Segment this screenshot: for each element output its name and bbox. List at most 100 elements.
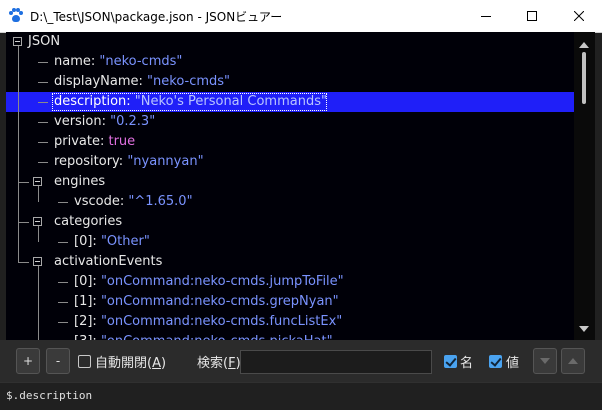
json-path: $.description [6,389,93,402]
status-bar: $.description [0,382,602,410]
node-key: [2] [74,314,93,329]
node-value: "Other" [100,234,150,249]
node-value: "nyannyan" [127,154,204,169]
tree-node[interactable]: [0]: "Other" [6,232,574,252]
node-key: name [54,54,91,69]
node-separator: : [101,114,111,129]
scroll-thumb[interactable] [582,52,586,104]
node-key: [1] [74,294,93,309]
value-checkbox[interactable] [489,355,502,368]
search-prev-button[interactable] [561,348,585,374]
search-toolbar: + - 自動開閉(A) 検索(F) 名 値 [0,340,602,382]
node-separator: : [92,314,101,329]
tree-connector [38,62,48,63]
tree-connector [58,322,68,323]
tree-connector [38,122,48,123]
maximize-button[interactable] [509,0,555,32]
tree-node[interactable]: repository: "nyannyan" [6,152,574,172]
node-separator: : [92,274,101,289]
node-separator: : [92,234,101,249]
scroll-down-icon[interactable] [579,326,589,332]
auto-open-label[interactable]: 自動開閉(A) [95,352,166,371]
tree-connector [58,242,68,243]
auto-open-checkbox[interactable] [78,355,91,368]
tree-connector [38,226,39,242]
collapse-toggle-icon[interactable] [13,37,22,46]
tree-node[interactable]: vscode: "^1.65.0" [6,192,574,212]
title-bar: D:\_Test\JSON\package.json - JSONビュアー [0,0,602,33]
close-icon [574,11,584,21]
node-key: repository [54,154,119,169]
arrow-down-icon [540,358,550,364]
tree-node[interactable]: [1]: "onCommand:neko-cmds.grepNyan" [6,292,574,312]
collapse-toggle-icon[interactable] [33,257,42,266]
tree-node[interactable]: [0]: "onCommand:neko-cmds.jumpToFile" [6,272,574,292]
node-key: description [54,94,127,109]
tree-connector [58,302,68,303]
paw-icon [8,8,24,24]
tree-node[interactable]: JSON [6,32,574,52]
tree-connector [38,162,48,163]
maximize-icon [527,11,537,21]
node-key: private [54,134,100,149]
node-key: engines [54,174,106,189]
tree-node[interactable]: displayName: "neko-cmds" [6,72,574,92]
node-key: vscode [74,194,120,209]
node-value: "0.2.3" [110,114,156,129]
tree-node[interactable]: categories [6,212,574,232]
tree-node[interactable]: private: true [6,132,574,152]
tree-connector [18,182,29,183]
search-next-button[interactable] [533,348,557,374]
node-value: "neko-cmds" [99,54,183,69]
collapse-toggle-icon[interactable] [33,177,42,186]
json-tree-view[interactable]: JSON name: "neko-cmds" displayName: "neko-… [6,32,574,340]
close-button[interactable] [556,0,602,32]
node-value: "neko-cmds" [147,74,231,89]
node-key: version [54,114,102,129]
tree-node[interactable]: description: "Neko's Personal Commands" [6,92,574,112]
tree-node[interactable]: name: "neko-cmds" [6,52,574,72]
arrow-up-icon [568,358,578,364]
node-key: [0] [74,234,93,249]
tree-node[interactable]: activationEvents [6,252,574,272]
value-checkbox-label[interactable]: 値 [506,352,519,371]
expand-label: + [22,354,34,368]
search-label: 検索(F) [197,356,241,371]
tree-node[interactable]: [3]: "onCommand:neko-cmds.pickaHat" [6,332,574,340]
tree-connector [38,186,39,202]
window-title: D:\_Test\JSON\package.json - JSONビュアー [30,9,283,24]
tree-connector [18,262,29,263]
tree-scrollbar[interactable] [574,32,595,340]
node-separator: : [138,74,148,89]
tree-node[interactable]: [2]: "onCommand:neko-cmds.funcListEx" [6,312,574,332]
tree-connector [58,282,68,283]
collapse-toggle-icon[interactable] [33,217,42,226]
tree-node[interactable]: engines [6,172,574,192]
name-checkbox[interactable] [444,355,457,368]
node-key: displayName [54,74,139,89]
node-value: "onCommand:neko-cmds.grepNyan" [100,294,339,309]
tree-connector [38,102,48,103]
scroll-up-icon[interactable] [579,42,589,48]
expand-all-button[interactable]: + [16,348,40,374]
node-value: "Neko's Personal Commands" [134,94,327,109]
node-key: activationEvents [54,254,163,269]
name-checkbox-label[interactable]: 名 [460,352,473,371]
node-key: [0] [74,274,93,289]
minimize-button[interactable] [463,0,509,32]
tree-connector [18,46,19,262]
node-separator: : [92,294,101,309]
collapse-all-button[interactable]: - [46,348,70,374]
node-key: JSON [28,34,61,49]
node-value: true [108,134,136,149]
node-separator: : [126,94,135,109]
tree-node[interactable]: version: "0.2.3" [6,112,574,132]
tree-connector [18,222,29,223]
tree-connector [38,266,39,340]
collapse-label: - [55,354,61,368]
search-input[interactable] [240,350,432,374]
node-key: categories [54,214,123,229]
node-value: "onCommand:neko-cmds.jumpToFile" [100,274,344,289]
node-value: "onCommand:neko-cmds.funcListEx" [100,314,343,329]
tree-connector [38,142,48,143]
